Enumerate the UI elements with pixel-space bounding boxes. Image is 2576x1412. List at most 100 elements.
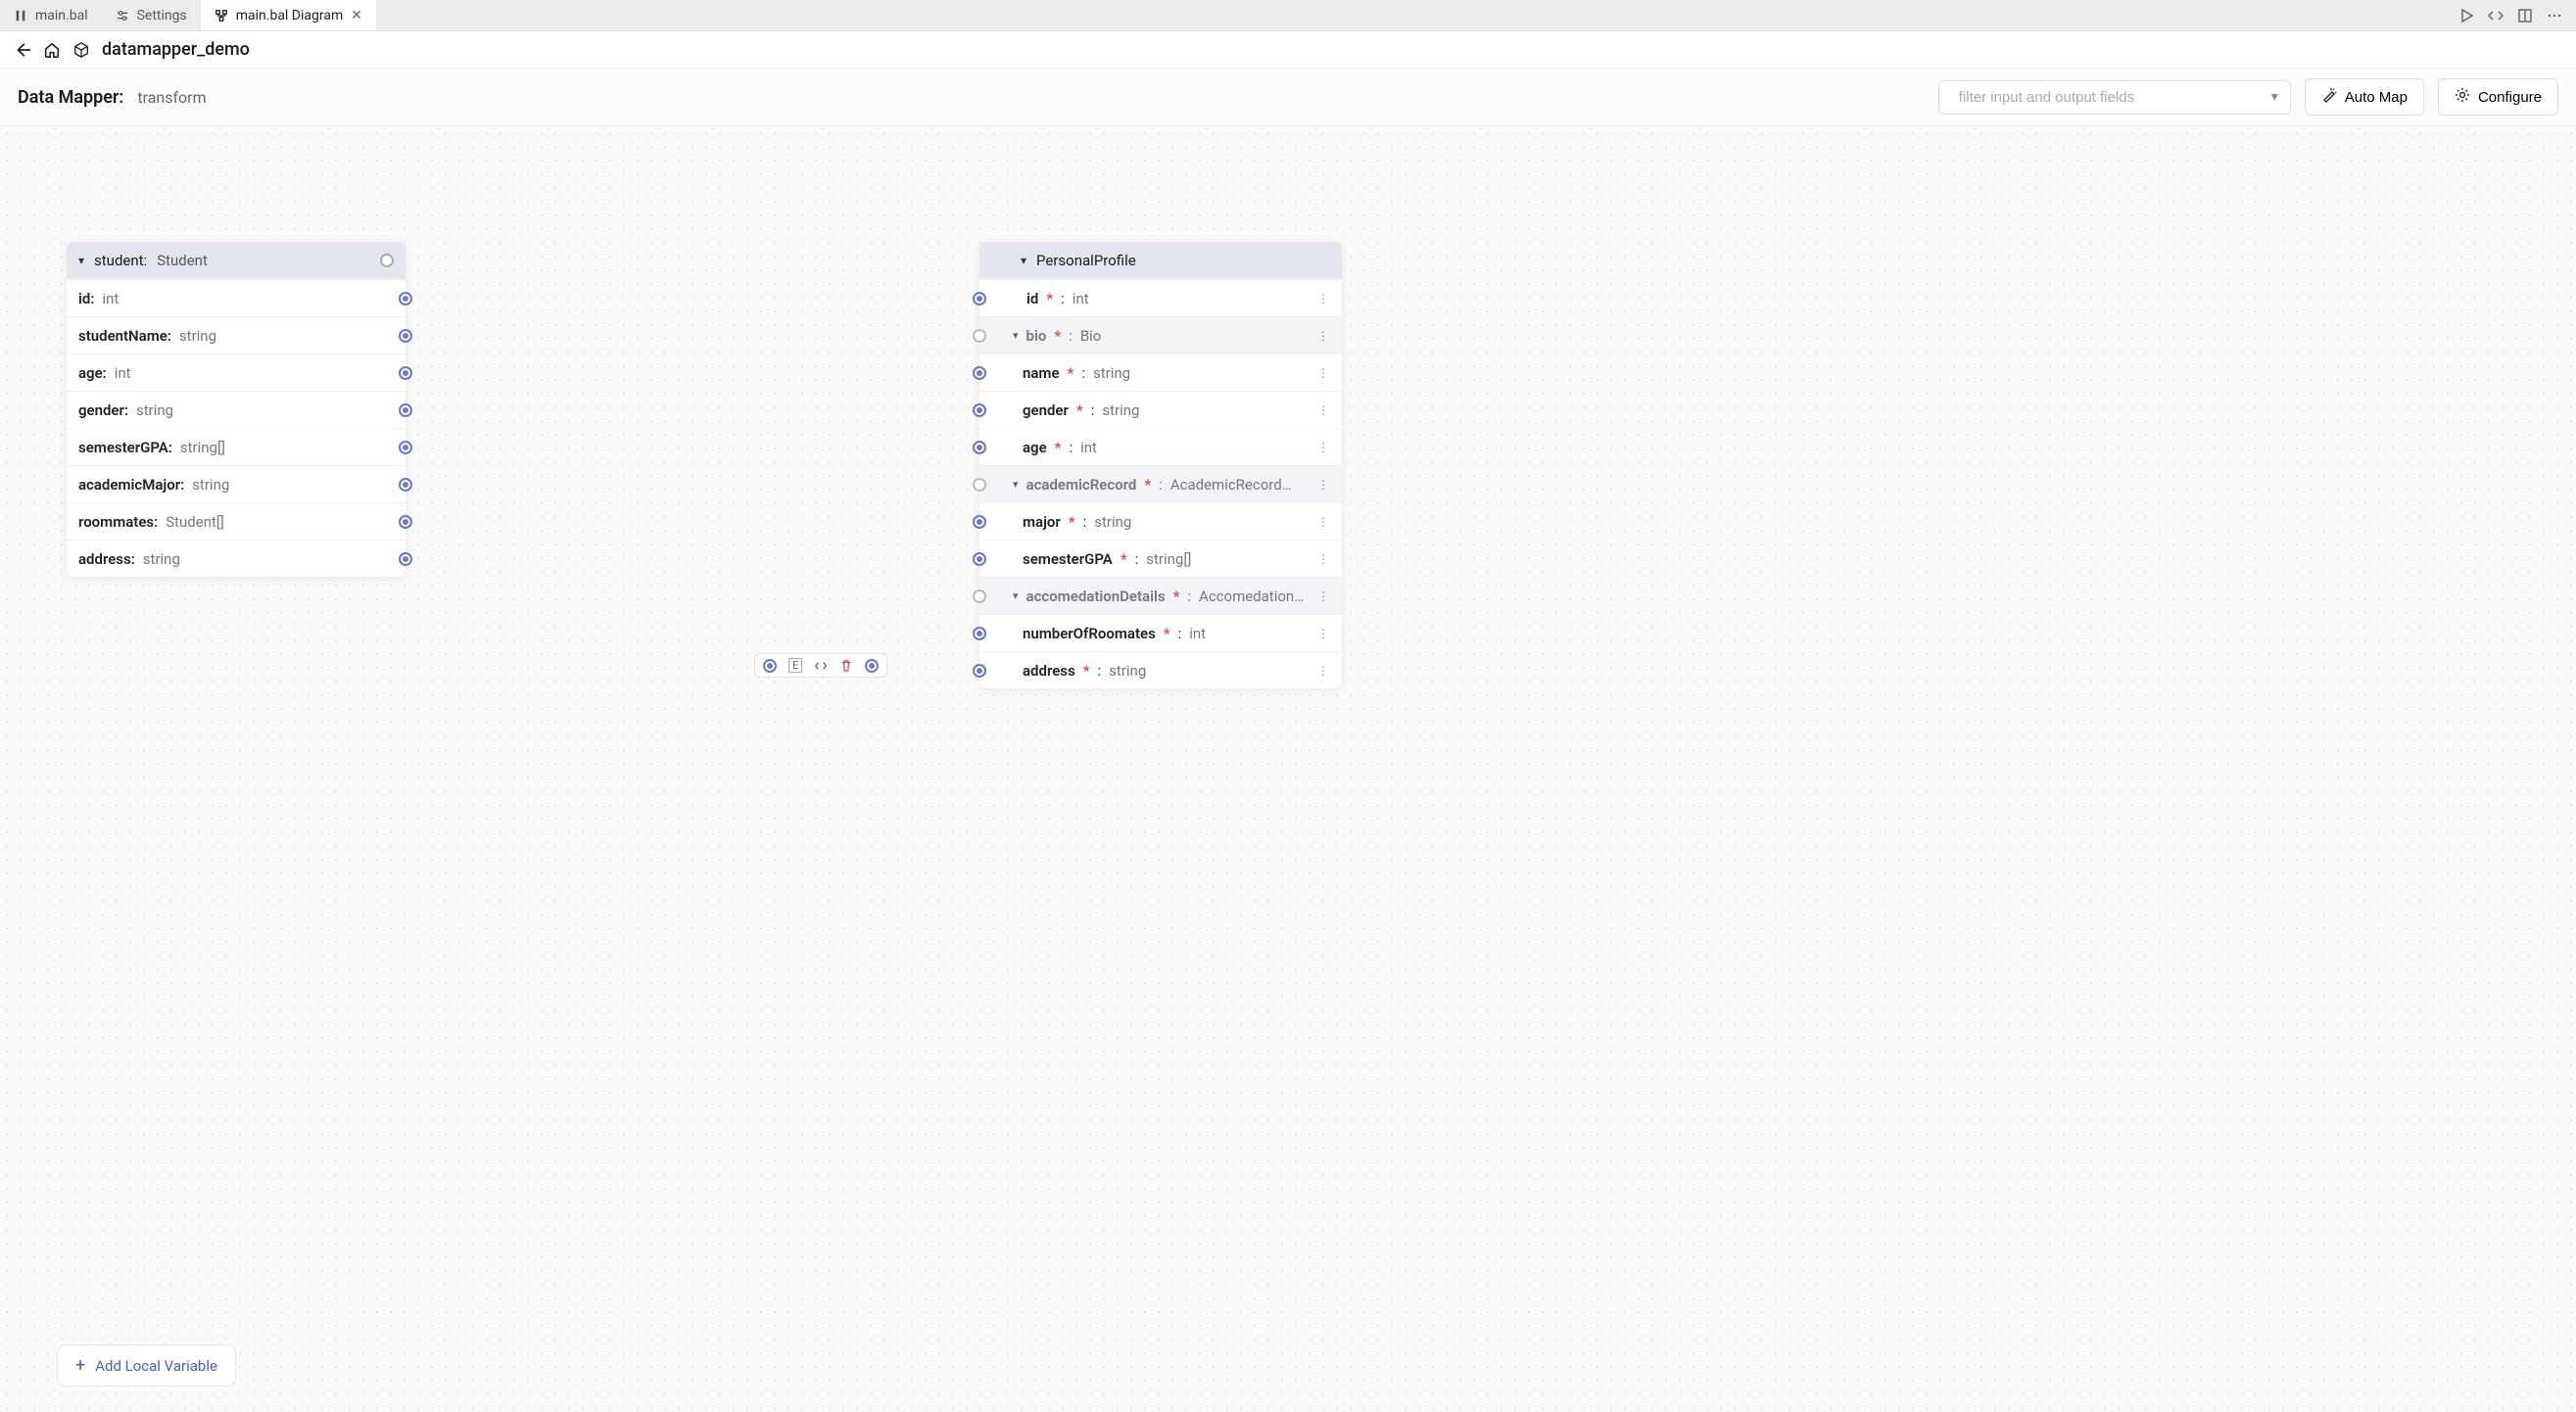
input-record-card[interactable]: ▾ student: Student id:int studentName:st… — [67, 242, 405, 577]
more-icon[interactable]: ⋮ — [1317, 627, 1330, 640]
field-type: string — [136, 401, 173, 419]
field-name: studentName: — [78, 327, 171, 345]
home-icon[interactable] — [43, 41, 61, 59]
more-icon[interactable]: ⋮ — [1317, 441, 1330, 454]
field-type: string[] — [1146, 550, 1191, 568]
delete-icon[interactable] — [839, 659, 853, 673]
field-name: name — [1023, 364, 1060, 382]
output-header[interactable]: ▾ PersonalProfile — [979, 242, 1342, 279]
output-port[interactable] — [399, 292, 412, 306]
output-port[interactable] — [399, 515, 412, 529]
field-name: roommates: — [78, 513, 158, 531]
output-port[interactable] — [399, 366, 412, 380]
output-port[interactable] — [399, 403, 412, 417]
required-mark: * — [1046, 290, 1053, 307]
field-row[interactable]: age*:int⋮ — [979, 428, 1342, 465]
chevron-down-icon: ▾ — [1021, 254, 1026, 267]
field-row[interactable]: id:int — [67, 279, 405, 316]
more-icon[interactable]: ⋮ — [1317, 403, 1330, 417]
add-local-variable-button[interactable]: + Add Local Variable — [57, 1344, 236, 1387]
more-icon[interactable]: ⋮ — [1317, 589, 1330, 603]
field-row[interactable]: semesterGPA:string[] — [67, 428, 405, 465]
input-port[interactable] — [973, 441, 986, 454]
package-icon[interactable] — [72, 41, 90, 59]
add-local-variable-label: Add Local Variable — [95, 1357, 217, 1375]
field-row[interactable]: address*:string⋮ — [979, 651, 1342, 688]
field-row[interactable]: age:int — [67, 353, 405, 391]
required-mark: * — [1076, 401, 1083, 419]
more-icon[interactable]: ⋮ — [1317, 366, 1330, 380]
split-icon[interactable] — [2517, 8, 2533, 24]
more-icon[interactable]: ⋮ — [1317, 664, 1330, 678]
output-port[interactable] — [380, 254, 394, 267]
field-name: gender — [1023, 401, 1069, 419]
field-type: string — [143, 550, 180, 568]
field-type: string — [1102, 401, 1139, 419]
output-record-card[interactable]: ▾ PersonalProfile id*:int⋮ ▾bio*:Bio⋮ na… — [979, 242, 1342, 688]
output-port[interactable] — [399, 552, 412, 566]
field-type: int — [1073, 290, 1089, 307]
input-port[interactable] — [763, 659, 777, 673]
filter-input[interactable] — [1959, 89, 2264, 106]
field-type: string — [1094, 513, 1131, 531]
field-row[interactable]: gender: string — [67, 391, 405, 428]
field-name: age: — [78, 364, 107, 382]
more-icon[interactable] — [2547, 8, 2562, 24]
field-name: semesterGPA — [1023, 550, 1113, 568]
field-row[interactable]: id*:int⋮ — [979, 279, 1342, 316]
required-mark: * — [1144, 476, 1151, 494]
back-icon[interactable] — [14, 41, 31, 59]
field-type: string — [1109, 662, 1146, 680]
input-port[interactable] — [973, 366, 986, 380]
output-port[interactable] — [399, 478, 412, 492]
input-port[interactable] — [973, 403, 986, 417]
field-row[interactable]: gender*:string⋮ — [979, 391, 1342, 428]
mapper-canvas[interactable]: ▾ student: Student id:int studentName:st… — [0, 126, 2576, 1412]
code-icon[interactable] — [2488, 8, 2504, 24]
field-row-group[interactable]: ▾bio*:Bio⋮ — [979, 316, 1342, 353]
close-icon[interactable]: ✕ — [351, 8, 362, 24]
field-row[interactable]: major*:string⋮ — [979, 502, 1342, 540]
input-port[interactable] — [973, 552, 986, 566]
wand-icon — [2321, 87, 2337, 107]
input-header[interactable]: ▾ student: Student — [67, 242, 405, 279]
input-port[interactable] — [973, 478, 986, 492]
chevron-down-icon[interactable]: ▾ — [2271, 89, 2278, 105]
more-icon[interactable]: ⋮ — [1317, 329, 1330, 343]
field-row[interactable]: numberOfRoomates*:int⋮ — [979, 614, 1342, 651]
input-port[interactable] — [973, 292, 986, 306]
output-port[interactable] — [865, 659, 879, 673]
required-mark: * — [1069, 513, 1075, 531]
more-icon[interactable]: ⋮ — [1317, 292, 1330, 306]
field-row-group[interactable]: ▾accomedationDetails*:Accomedation…⋮ — [979, 577, 1342, 614]
output-port[interactable] — [399, 441, 412, 454]
code-icon[interactable] — [814, 659, 828, 673]
field-row[interactable]: academicMajor:string — [67, 465, 405, 502]
field-row[interactable]: name*:string⋮ — [979, 353, 1342, 391]
more-icon[interactable]: ⋮ — [1317, 552, 1330, 566]
run-icon[interactable] — [2458, 8, 2474, 24]
input-port[interactable] — [973, 589, 986, 603]
tab-main-bal[interactable]: main.bal — [0, 0, 102, 30]
field-row[interactable]: semesterGPA*:string[]⋮ — [979, 540, 1342, 577]
field-row[interactable]: roommates:Student[] — [67, 502, 405, 540]
input-port[interactable] — [973, 627, 986, 640]
field-name: gender: — [78, 401, 128, 419]
automap-button[interactable]: Auto Map — [2305, 78, 2424, 116]
field-row[interactable]: address:string — [67, 540, 405, 577]
expression-node[interactable]: E — [754, 653, 887, 678]
configure-button[interactable]: Configure — [2438, 78, 2558, 116]
field-row-group[interactable]: ▾academicRecord*:AcademicRecord…⋮ — [979, 465, 1342, 502]
plus-icon: + — [75, 1355, 85, 1376]
input-port[interactable] — [973, 329, 986, 343]
input-port[interactable] — [973, 664, 986, 678]
more-icon[interactable]: ⋮ — [1317, 515, 1330, 529]
filter-input-wrapper[interactable]: ▾ — [1938, 80, 2291, 115]
tab-settings[interactable]: Settings — [102, 0, 201, 30]
more-icon[interactable]: ⋮ — [1317, 478, 1330, 492]
input-port[interactable] — [973, 515, 986, 529]
output-port[interactable] — [399, 329, 412, 343]
expr-badge: E — [788, 658, 802, 673]
field-row[interactable]: studentName:string — [67, 316, 405, 353]
tab-diagram[interactable]: main.bal Diagram ✕ — [201, 0, 376, 30]
